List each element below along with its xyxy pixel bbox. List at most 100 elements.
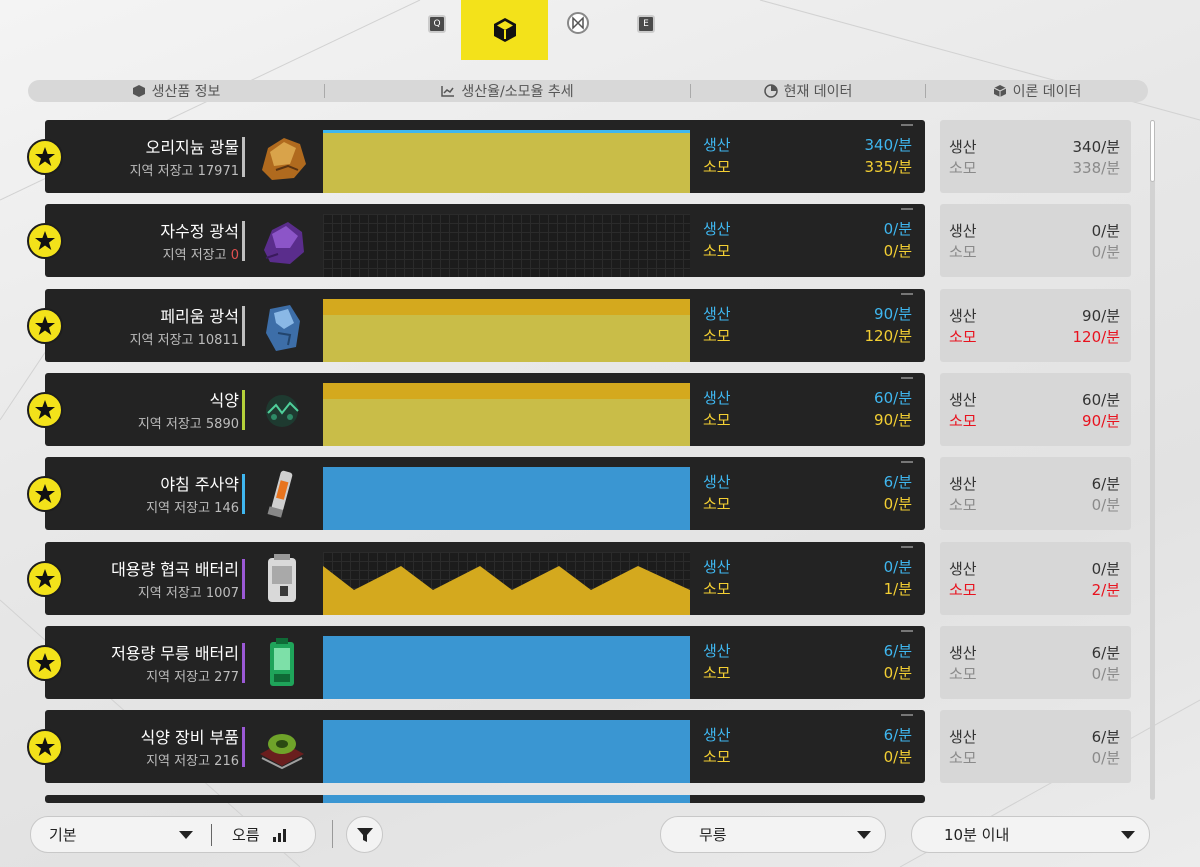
star-icon	[35, 147, 55, 166]
star-icon	[35, 316, 55, 335]
favorite-star-button[interactable]	[27, 561, 63, 597]
star-icon	[35, 400, 55, 419]
bottom-divider	[332, 820, 333, 848]
header-theory-data: 이론 데이터	[926, 80, 1148, 102]
region-dropdown[interactable]: 무릉	[660, 816, 886, 853]
star-icon	[35, 484, 55, 503]
chevron-down-icon	[1121, 830, 1135, 839]
current-cons-value: 335/분	[864, 158, 912, 176]
trend-chart	[323, 795, 690, 803]
product-storage: 지역 저장고 146	[146, 497, 239, 516]
current-cons-value: 0/분	[883, 495, 912, 513]
equipment-part-icon	[260, 734, 304, 770]
trend-chart	[323, 383, 690, 446]
order-toggle[interactable]: 오름	[212, 824, 288, 845]
theory-cons-label: 소모	[949, 581, 977, 599]
current-cons-label: 소모	[703, 411, 731, 429]
product-name: 식양	[209, 391, 239, 410]
current-prod-value: 6/분	[883, 473, 912, 491]
product-row[interactable]: 대용량 협곡 배터리 지역 저장고 1007 생산 소모 0/분 1/분	[45, 542, 925, 615]
row-menu-dash	[901, 630, 913, 632]
product-name: 오리지늄 광물	[145, 138, 239, 157]
theory-cons-label: 소모	[949, 412, 977, 430]
rarity-accent	[242, 727, 245, 767]
current-prod-value: 6/분	[883, 726, 912, 744]
tab-network[interactable]	[567, 12, 589, 34]
row-menu-dash	[901, 208, 913, 210]
star-icon	[35, 653, 55, 672]
theory-data-panel: 생산 소모 6/분 0/분	[940, 710, 1131, 783]
favorite-star-button[interactable]	[27, 645, 63, 681]
favorite-star-button[interactable]	[27, 729, 63, 765]
theory-prod-value: 340/분	[1072, 138, 1120, 156]
storage-count: 277	[214, 670, 239, 685]
favorite-star-button[interactable]	[27, 392, 63, 428]
rarity-accent	[242, 643, 245, 683]
sort-dropdown[interactable]: 기본	[31, 824, 211, 845]
product-row[interactable]: 식양 지역 저장고 5890 생산 소모 60/분 90/분	[45, 373, 925, 446]
time-range-dropdown[interactable]: 10분 이내	[911, 816, 1150, 853]
filter-button[interactable]	[346, 816, 383, 853]
theory-prod-label: 생산	[949, 560, 977, 578]
theory-cons-value: 0/분	[1091, 243, 1120, 261]
cube-outline-icon	[993, 85, 1006, 97]
network-icon	[572, 16, 584, 30]
storage-count: 216	[214, 754, 239, 769]
theory-prod-value: 0/분	[1091, 560, 1120, 578]
theory-cons-label: 소모	[949, 496, 977, 514]
battery-large-icon	[268, 554, 296, 602]
row-menu-dash	[901, 461, 913, 463]
theory-cons-value: 0/분	[1091, 496, 1120, 514]
theory-data-panel: 생산 소모 90/분 120/분	[940, 289, 1131, 362]
plant-icon	[266, 395, 299, 427]
current-prod-label: 생산	[703, 558, 731, 576]
theory-cons-value: 2/분	[1091, 581, 1120, 599]
favorite-star-button[interactable]	[27, 139, 63, 175]
storage-count: 1007	[205, 586, 239, 601]
chevron-down-icon	[857, 830, 871, 839]
trend-chart	[323, 214, 690, 277]
storage-count: 5890	[205, 417, 239, 432]
product-row[interactable]: 오리지늄 광물 지역 저장고 17971 생산 소모 340/분 335/분	[45, 120, 925, 193]
key-hint-q: Q	[428, 15, 446, 33]
theory-cons-label: 소모	[949, 665, 977, 683]
trend-chart	[323, 636, 690, 699]
theory-prod-value: 6/분	[1091, 728, 1120, 746]
storage-label: 지역 저장고	[137, 586, 202, 601]
product-row[interactable]: 야침 주사약 지역 저장고 146 생산 소모 6/분 0/분	[45, 457, 925, 530]
theory-data-panel: 생산 소모 6/분 0/분	[940, 626, 1131, 699]
key-hint-e: E	[637, 15, 655, 33]
top-tab-bar: Q E	[0, 0, 1200, 60]
trend-chart	[323, 467, 690, 530]
favorite-star-button[interactable]	[27, 476, 63, 512]
current-cons-value: 0/분	[883, 242, 912, 260]
storage-label: 지역 저장고	[162, 248, 227, 263]
product-name: 대용량 협곡 배터리	[111, 560, 239, 579]
product-storage: 지역 저장고 216	[146, 750, 239, 769]
product-row[interactable]: 식양 장비 부품 지역 저장고 216 생산 소모 6/분 0/분	[45, 710, 925, 783]
theory-prod-value: 60/분	[1082, 391, 1120, 409]
theory-cons-label: 소모	[949, 328, 977, 346]
current-prod-label: 생산	[703, 389, 731, 407]
theory-prod-label: 생산	[949, 728, 977, 746]
favorite-star-button[interactable]	[27, 223, 63, 259]
product-storage: 지역 저장고 5890	[138, 413, 239, 432]
tab-production[interactable]	[461, 0, 548, 60]
storage-label: 지역 저장고	[146, 501, 211, 516]
product-row[interactable]: 페리움 광석 지역 저장고 10811 생산 소모 90/분 120/분	[45, 289, 925, 362]
theory-cons-value: 338/분	[1072, 159, 1120, 177]
sort-dropdown-value: 기본	[49, 826, 77, 844]
product-row[interactable]: 자수정 광석 지역 저장고 0 생산 소모 0/분 0/분	[45, 204, 925, 277]
scrollbar[interactable]	[1150, 120, 1155, 800]
scrollbar-thumb[interactable]	[1150, 120, 1155, 182]
theory-cons-value: 0/분	[1091, 749, 1120, 767]
current-cons-label: 소모	[703, 748, 731, 766]
filter-icon	[356, 827, 373, 842]
theory-cons-value: 0/분	[1091, 665, 1120, 683]
storage-label: 지역 저장고	[137, 417, 202, 432]
storage-label: 지역 저장고	[146, 670, 211, 685]
product-name: 야침 주사약	[160, 475, 239, 494]
product-row[interactable]: 저용량 무릉 배터리 지역 저장고 277 생산 소모 6/분 0/분	[45, 626, 925, 699]
product-storage: 지역 저장고 17971	[130, 160, 239, 179]
favorite-star-button[interactable]	[27, 308, 63, 344]
